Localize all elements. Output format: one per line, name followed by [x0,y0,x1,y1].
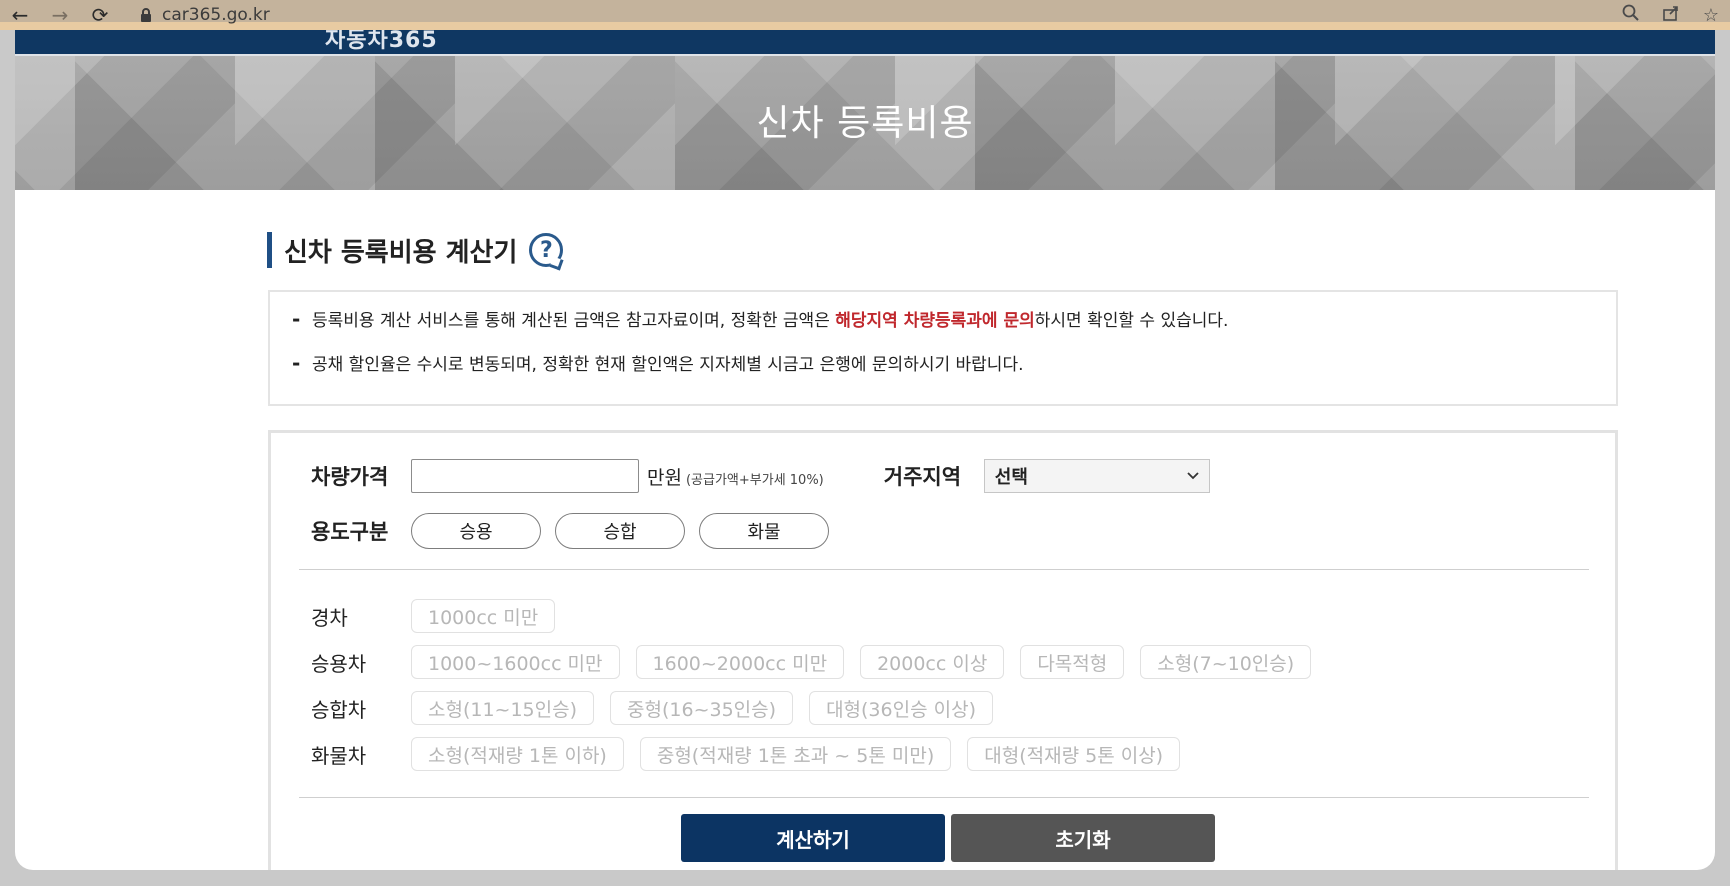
vehicle-option[interactable]: 1600~2000cc 미만 [635,645,845,679]
divider [299,569,1589,570]
calculator-form: 차량가격 만원 (공급가액+부가세 10%) 거주지역 선택 용도구분 승용 승합… [268,430,1618,870]
zoom-icon[interactable] [1618,4,1644,27]
hero-banner: 신차 등록비용 [15,54,1715,190]
page-title: 신차 등록비용 계산기 [284,237,518,268]
back-icon[interactable]: ← [0,0,40,30]
price-unit-text: 만원 [647,466,682,489]
vehicle-option[interactable]: 1000~1600cc 미만 [411,645,620,679]
browser-toolbar: ← → ⟳ car365.go.kr ☆ [0,0,1730,30]
notice-text: 하시면 확인할 수 있습니다. [1034,311,1229,331]
vehicle-row-label: 경차 [311,605,348,630]
vehicle-option[interactable]: 2000cc 이상 [860,645,1005,679]
notice-text: 등록비용 계산 서비스를 통해 계산된 금액은 참고자료이며, 정확한 금액은 [312,311,836,331]
price-unit: 만원 (공급가액+부가세 10%) [647,463,824,490]
price-note: (공급가액+부가세 10%) [685,472,824,488]
notice-highlight: 해당지역 차량등록과에 문의 [835,311,1035,331]
vehicle-row-passenger: 승용차 1000~1600cc 미만 1600~2000cc 미만 2000cc… [311,639,1327,685]
calculate-button[interactable]: 계산하기 [681,814,945,862]
price-input[interactable] [411,459,639,493]
share-icon[interactable] [1658,4,1684,27]
vehicle-type-grid: 경차 1000cc 미만 승용차 1000~1600cc 미만 1600~200… [311,593,1327,777]
notice-line-2: 공채 할인율은 수시로 변동되며, 정확한 현재 할인액은 지자체별 시금고 은… [292,352,1616,376]
notice-box: 등록비용 계산 서비스를 통해 계산된 금액은 참고자료이며, 정확한 금액은 … [268,290,1618,406]
lock-icon[interactable] [138,7,154,23]
web-page: 자동차365 신차 등록비용 신차 등록비용 계산기 ? 등록비용 계산 서비스… [15,30,1715,870]
section-heading: 신차 등록비용 계산기 ? [267,232,564,268]
reset-button[interactable]: 초기화 [951,814,1215,862]
site-top-nav: 자동차365 [15,30,1715,54]
vehicle-row-label: 승합차 [311,697,367,722]
usage-row: 용도구분 승용 승합 화물 [311,513,843,549]
vehicle-option[interactable]: 소형(적재량 1톤 이하) [411,737,624,771]
usage-option-van[interactable]: 승합 [555,513,685,549]
vehicle-option[interactable]: 다목적형 [1020,645,1125,679]
region-select[interactable]: 선택 [983,459,1210,493]
usage-label: 용도구분 [311,520,389,544]
vehicle-option[interactable]: 중형(16~35인승) [610,691,794,725]
bookmark-star-icon[interactable]: ☆ [1698,5,1724,26]
usage-option-truck[interactable]: 화물 [699,513,829,549]
vehicle-row-label: 승용차 [311,651,367,676]
region-selected-value: 선택 [994,467,1028,488]
usage-option-passenger[interactable]: 승용 [411,513,541,549]
address-bar-url[interactable]: car365.go.kr [162,5,270,25]
vehicle-option[interactable]: 중형(적재량 1톤 초과 ~ 5톤 미만) [639,737,952,771]
vehicle-option[interactable]: 대형(적재량 5톤 이상) [967,737,1181,771]
vehicle-row-light: 경차 1000cc 미만 [311,593,1327,639]
vehicle-row-van: 승합차 소형(11~15인승) 중형(16~35인승) 대형(36인승 이상) [311,685,1327,731]
vehicle-option[interactable]: 대형(36인승 이상) [809,691,993,725]
vehicle-row-label: 화물차 [311,743,367,768]
site-logo[interactable]: 자동차365 [325,30,438,54]
divider [299,797,1589,798]
vehicle-option[interactable]: 소형(11~15인승) [411,691,595,725]
vehicle-option[interactable]: 1000cc 미만 [411,599,556,633]
vehicle-option[interactable]: 소형(7~10인승) [1140,645,1312,679]
price-label: 차량가격 [311,465,389,489]
hero-title: 신차 등록비용 [756,103,974,144]
chevron-down-icon [1187,469,1199,484]
vehicle-row-truck: 화물차 소형(적재량 1톤 이하) 중형(적재량 1톤 초과 ~ 5톤 미만) … [311,731,1327,777]
help-icon[interactable]: ? [529,233,564,267]
price-region-row: 차량가격 만원 (공급가액+부가세 10%) 거주지역 선택 [311,459,1210,493]
region-label: 거주지역 [883,465,962,489]
forward-icon[interactable]: → [40,0,80,30]
reload-icon[interactable]: ⟳ [80,0,120,30]
notice-line-1: 등록비용 계산 서비스를 통해 계산된 금액은 참고자료이며, 정확한 금액은 … [292,308,1616,332]
